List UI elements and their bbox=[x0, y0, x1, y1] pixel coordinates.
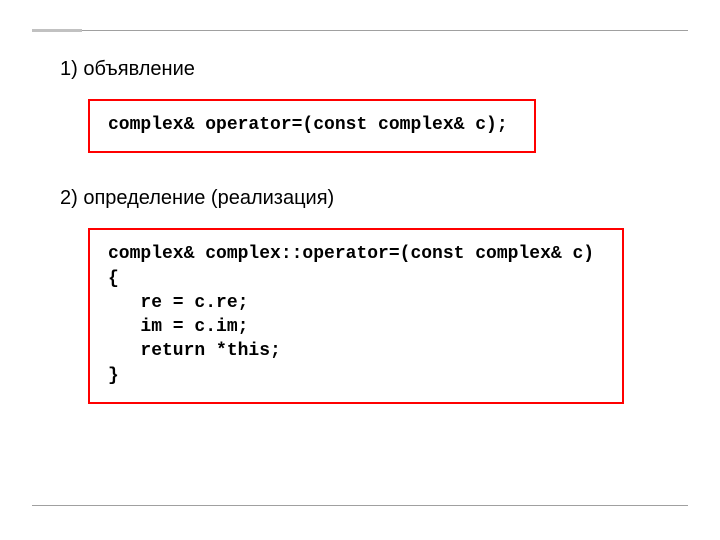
definition-label: 2) определение (реализация) bbox=[60, 187, 660, 210]
definition-code: complex& complex::operator=(const comple… bbox=[88, 228, 624, 404]
declaration-label: 1) объявление bbox=[60, 58, 660, 81]
bottom-rule bbox=[32, 505, 688, 506]
slide-content: 1) объявление complex& operator=(const c… bbox=[60, 58, 660, 438]
declaration-code: complex& operator=(const complex& c); bbox=[88, 99, 536, 153]
top-rule-accent bbox=[32, 29, 82, 32]
top-rule bbox=[32, 30, 688, 31]
